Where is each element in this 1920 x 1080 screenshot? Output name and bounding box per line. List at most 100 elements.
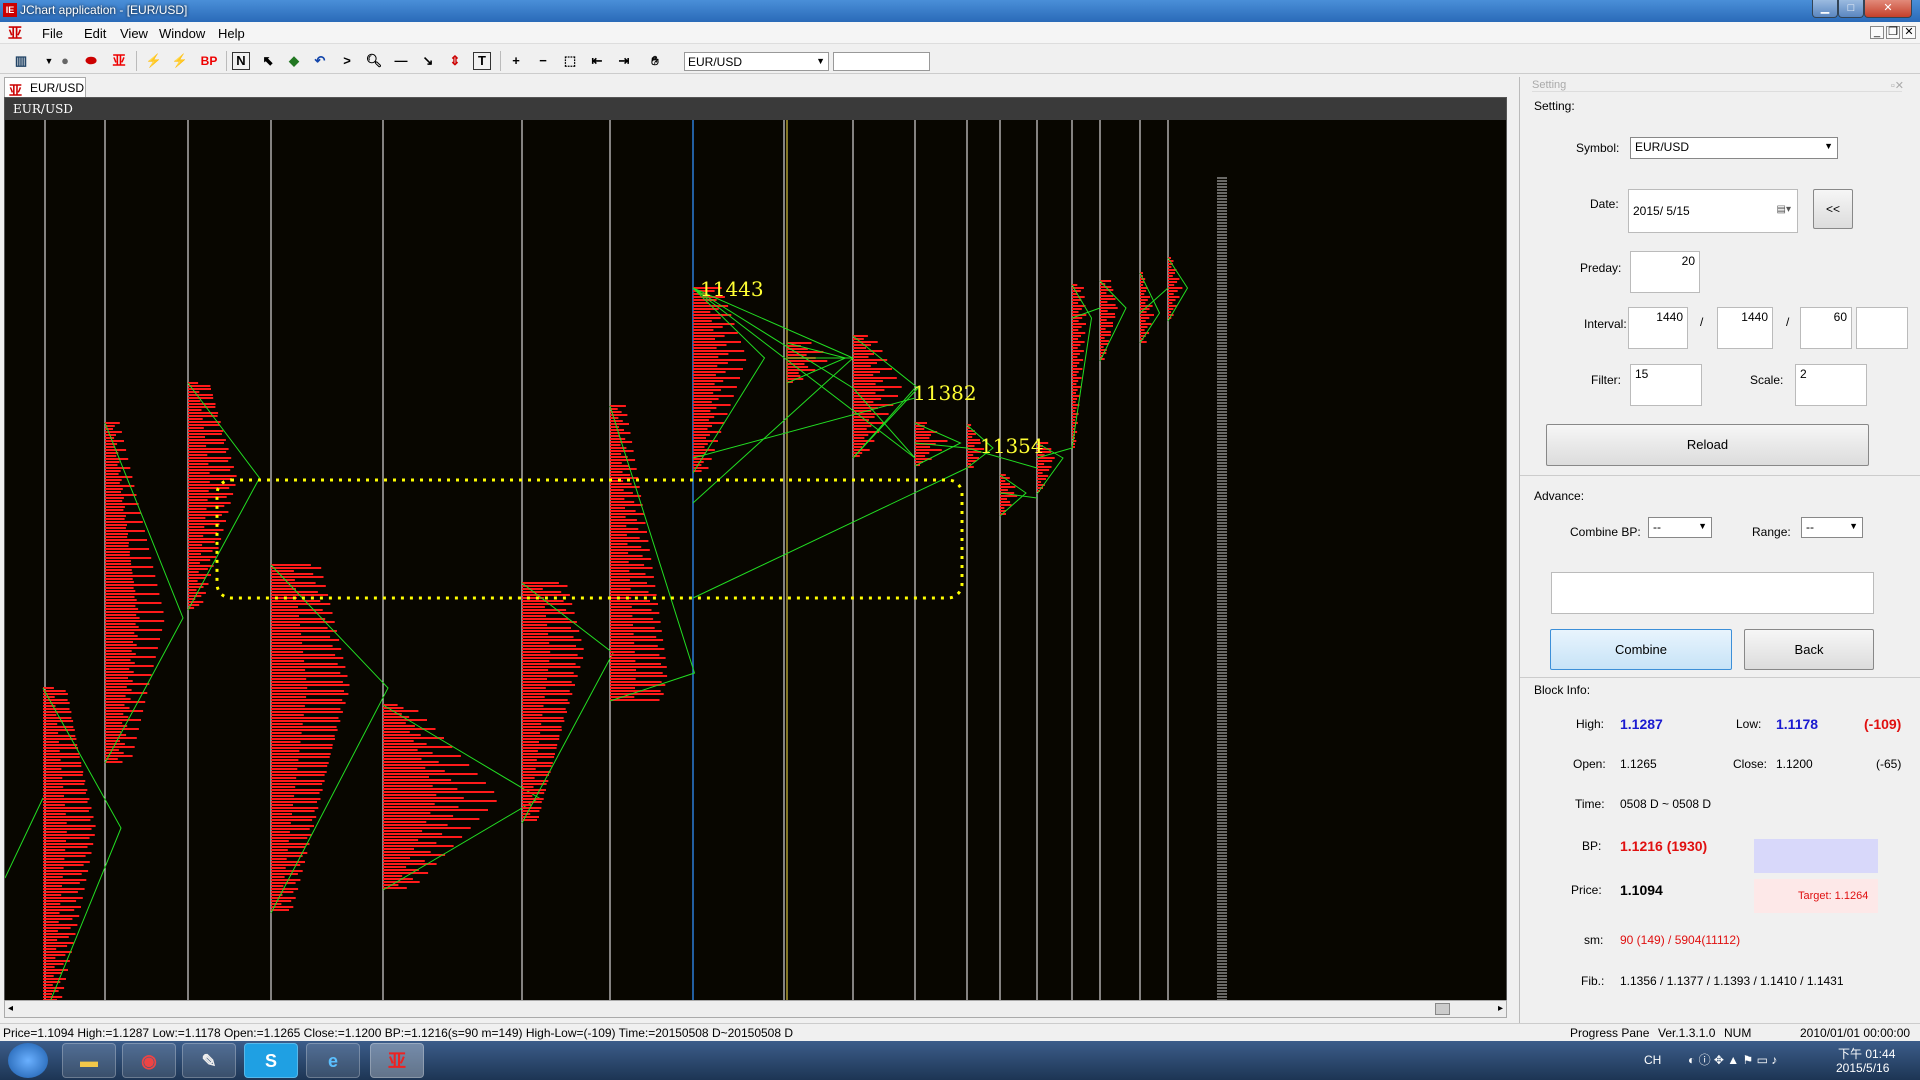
combine-textbox[interactable]	[1551, 572, 1874, 614]
box-icon[interactable]: ⬚	[561, 52, 579, 70]
interval-sep-2: /	[1786, 315, 1790, 329]
toolbar-input[interactable]	[833, 52, 930, 71]
combine-button[interactable]: Combine	[1550, 629, 1732, 670]
chevron-down-icon: ▼	[1824, 141, 1833, 151]
chevron-down-icon: ▼	[1698, 521, 1707, 531]
fib-value: 1.1356 / 1.1377 / 1.1393 / 1.1410 / 1.14…	[1620, 974, 1844, 988]
reload-button[interactable]: Reload	[1546, 424, 1869, 466]
app-logo-icon: IE	[3, 3, 17, 17]
status-version: Ver.1.3.1.0	[1658, 1026, 1716, 1040]
interval-input-4[interactable]	[1856, 307, 1908, 349]
skype-icon[interactable]: S	[244, 1043, 298, 1078]
panel-symbol-select[interactable]: EUR/USD ▼	[1630, 137, 1838, 159]
menu-edit[interactable]: Edit	[84, 26, 106, 41]
lightning-red-icon[interactable]: ⚡	[171, 52, 189, 70]
ie-browser-icon[interactable]: e	[306, 1043, 360, 1078]
volume-profile-bars	[693, 287, 747, 472]
range-select[interactable]: -- ▼	[1801, 517, 1863, 538]
volume-profile-bars	[271, 564, 350, 911]
circle-icon[interactable]: ●	[56, 52, 74, 70]
text-icon[interactable]: T	[473, 52, 491, 70]
tray-icons[interactable]: ◐ ⓘ ✥ ▲ ⚑ ▭ ♪	[1688, 1051, 1777, 1068]
menu-file[interactable]: File	[42, 26, 63, 41]
scroll-right-icon[interactable]: ▸	[1498, 1003, 1503, 1014]
bp-icon[interactable]: BP	[197, 52, 221, 70]
trend-line	[5, 797, 44, 879]
menu-window[interactable]: Window	[159, 26, 205, 41]
minus-icon[interactable]: −	[534, 52, 552, 70]
minimize-button[interactable]: ▁	[1812, 0, 1838, 18]
filter-input[interactable]: 15	[1630, 364, 1702, 406]
tab-eurusd[interactable]: 亚 EUR/USD	[4, 77, 86, 98]
horizontal-scrollbar[interactable]: ◂ ▸	[4, 1000, 1507, 1018]
back-button[interactable]: Back	[1744, 629, 1874, 670]
menu-view[interactable]: View	[120, 26, 148, 41]
combine-bp-select[interactable]: -- ▼	[1648, 517, 1712, 538]
cursor-icon[interactable]: ⬉	[259, 52, 277, 70]
price-annotation: 11382	[913, 381, 977, 405]
calendar-icon[interactable]: ▤▾	[1777, 204, 1791, 215]
date-value: 2015/ 5/15	[1633, 204, 1690, 218]
start-button[interactable]	[8, 1043, 48, 1078]
scroll-left-icon[interactable]: ◂	[8, 1003, 13, 1014]
folder-icon[interactable]: ▬	[62, 1043, 116, 1078]
volume-profile-bars	[915, 422, 948, 466]
stop-icon[interactable]: ⬬	[82, 52, 100, 70]
mdi-minimize-icon[interactable]: _	[1870, 26, 1884, 39]
symbol-select[interactable]: EUR/USD ▼	[684, 52, 829, 71]
bp-value: 1.1216 (1930)	[1620, 838, 1708, 854]
mdi-restore-icon[interactable]: ❐	[1886, 26, 1900, 39]
scroll-thumb[interactable]	[1435, 1003, 1450, 1015]
trend-line	[692, 467, 968, 599]
low-value: 1.1178	[1776, 716, 1819, 732]
plus-icon[interactable]: +	[507, 52, 525, 70]
volume-profile-bars	[522, 582, 584, 821]
status-text: Price=1.1094 High:=1.1287 Low:=1.1178 Op…	[3, 1026, 794, 1040]
low-label: Low:	[1736, 717, 1762, 731]
volume-profile-bars	[43, 687, 96, 1017]
trend-line	[692, 287, 916, 459]
interval-input-1[interactable]: 1440	[1628, 307, 1688, 349]
panel-close-icon[interactable]: ▫✕	[1891, 79, 1904, 92]
left-arrow-icon[interactable]: ⇤	[588, 52, 606, 70]
mdi-close-icon[interactable]: ✕	[1902, 26, 1916, 39]
menu-help[interactable]: Help	[218, 26, 245, 41]
date-picker[interactable]: 2015/ 5/15 ▤▾	[1628, 189, 1798, 233]
notepad-icon[interactable]: ✎	[182, 1043, 236, 1078]
jchart-icon[interactable]: 亚	[370, 1043, 424, 1078]
tab-label: EUR/USD	[30, 81, 85, 95]
maximize-button[interactable]: □	[1838, 0, 1864, 18]
scale-input[interactable]: 2	[1795, 364, 1867, 406]
setting-panel: Setting ▫✕ Setting: Symbol: EUR/USD ▼ Dat…	[1519, 77, 1920, 1023]
chart-canvas[interactable]: 11443 11382 11354	[5, 98, 1507, 1018]
undo-icon[interactable]: ↶	[311, 52, 329, 70]
highlight-box	[215, 478, 964, 600]
lightning-icon[interactable]: ⚡	[145, 52, 163, 70]
close-button[interactable]: ✕	[1864, 0, 1912, 18]
n-icon[interactable]: N	[232, 52, 250, 70]
interval-input-2[interactable]: 1440	[1717, 307, 1773, 349]
time-value: 0508 D ~ 0508 D	[1620, 797, 1712, 811]
combine-bp-value: --	[1653, 520, 1661, 534]
hline-icon[interactable]: —	[392, 52, 410, 70]
preday-input[interactable]: 20	[1630, 251, 1700, 293]
lang-indicator[interactable]: CH	[1644, 1053, 1661, 1067]
chart-icon[interactable]: ▥	[12, 52, 30, 70]
chart-area[interactable]: 11443 11382 11354 EUR/USD	[4, 97, 1507, 1018]
fib-label: Fib.:	[1581, 974, 1605, 988]
interval-input-3[interactable]: 60	[1800, 307, 1852, 349]
trend-line	[692, 397, 916, 459]
tray-date: 2015/5/16	[1836, 1061, 1890, 1075]
zoom-icon[interactable]: 🔍︎	[365, 52, 383, 70]
chrome-icon[interactable]: ◉	[122, 1043, 176, 1078]
diag-line-icon[interactable]: ↘	[419, 52, 437, 70]
chevron-down-icon: ▼	[1849, 521, 1858, 531]
right-arrow-icon[interactable]: ⇥	[615, 52, 633, 70]
fib-icon[interactable]: ⇕	[446, 52, 464, 70]
book-icon[interactable]: ◆	[285, 52, 303, 70]
high-label: High:	[1576, 717, 1605, 731]
hand-icon[interactable]: ✋︎	[646, 52, 664, 70]
date-back-button[interactable]: <<	[1813, 189, 1853, 229]
arrow-icon[interactable]: >	[338, 52, 356, 70]
ie-icon[interactable]: 亚	[110, 52, 128, 70]
